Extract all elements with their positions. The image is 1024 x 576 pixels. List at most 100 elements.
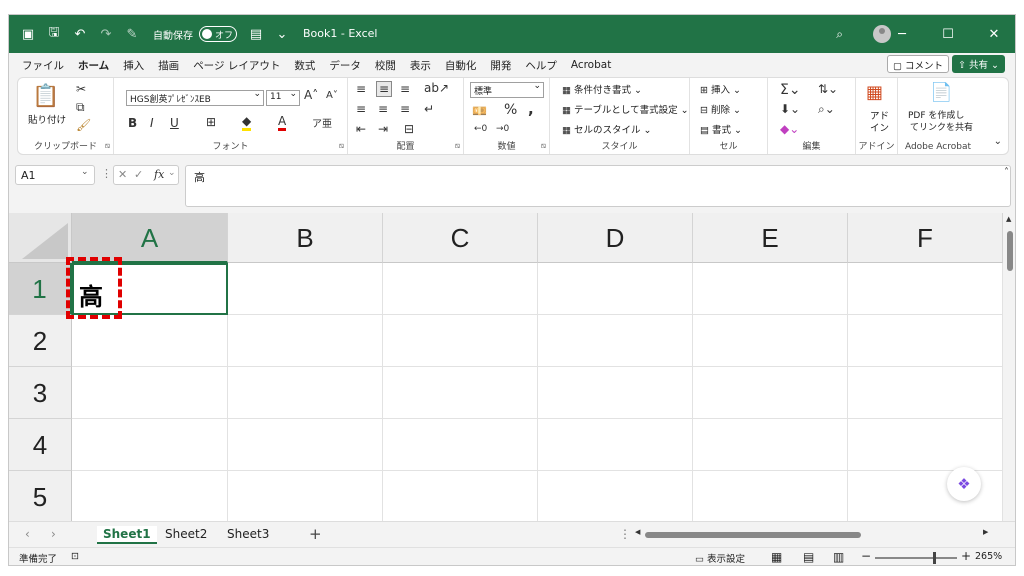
worksheet-grid[interactable]: A B C D E F 1 2 3 4 5 高 ▲ ❖ bbox=[9, 213, 1015, 521]
decrease-decimal-icon[interactable]: →0 bbox=[496, 124, 509, 134]
zoom-level[interactable]: 265% bbox=[975, 551, 1002, 562]
bold-icon[interactable]: B bbox=[128, 116, 137, 130]
paste-icon[interactable]: 📋 bbox=[32, 84, 59, 109]
vertical-scroll-thumb[interactable] bbox=[1007, 231, 1013, 271]
search-icon[interactable]: ⌕ bbox=[836, 27, 843, 42]
align-middle-icon[interactable]: ≡ bbox=[376, 81, 393, 97]
column-header-f[interactable]: F bbox=[848, 213, 1003, 263]
create-pdf-icon[interactable]: 📄 bbox=[930, 82, 952, 103]
autosum-icon[interactable]: Σ⌄ bbox=[780, 82, 801, 98]
comma-icon[interactable]: , bbox=[528, 100, 534, 118]
phonetic-icon[interactable]: ア亜 bbox=[312, 115, 332, 130]
file-icon[interactable]: ▤ bbox=[249, 27, 263, 42]
cell-d5[interactable] bbox=[538, 471, 693, 521]
font-size-select[interactable]: 11 bbox=[266, 90, 300, 106]
cell-f3[interactable] bbox=[848, 367, 1003, 419]
increase-indent-icon[interactable]: ⇥ bbox=[378, 122, 388, 136]
copilot-icon[interactable]: ❖ bbox=[947, 467, 981, 501]
row-header-1[interactable]: 1 bbox=[9, 263, 72, 315]
zoom-slider[interactable] bbox=[875, 552, 957, 564]
clipboard-launcher-icon[interactable]: ⧅ bbox=[105, 141, 110, 151]
cell-c2[interactable] bbox=[383, 315, 538, 367]
merge-center-icon[interactable]: ⊟ bbox=[404, 122, 414, 136]
align-center-icon[interactable]: ≡ bbox=[378, 102, 388, 116]
sheet-tab-sheet3[interactable]: Sheet3 bbox=[221, 526, 275, 542]
scroll-right-icon[interactable]: ▶ bbox=[983, 528, 988, 536]
conditional-format-button[interactable]: ▦ 条件付き書式 ⌄ bbox=[562, 82, 642, 96]
cut-icon[interactable]: ✂ bbox=[76, 82, 86, 96]
cell-c3[interactable] bbox=[383, 367, 538, 419]
cell-b1[interactable] bbox=[228, 263, 383, 315]
autosave-toggle[interactable]: オフ bbox=[199, 26, 237, 42]
share-button[interactable]: ⇧ 共有 ⌄ bbox=[952, 55, 1005, 73]
cell-f1[interactable] bbox=[848, 263, 1003, 315]
tab-developer[interactable]: 開発 bbox=[489, 56, 512, 75]
paste-label[interactable]: 貼り付け bbox=[28, 112, 66, 126]
column-header-c[interactable]: C bbox=[383, 213, 538, 263]
accessibility-icon[interactable]: ⊡ bbox=[71, 551, 79, 562]
page-break-view-icon[interactable]: ▥ bbox=[833, 550, 844, 564]
align-top-icon[interactable]: ≡ bbox=[356, 82, 366, 96]
expand-formula-icon[interactable]: ˄ bbox=[1004, 167, 1009, 178]
cell-b2[interactable] bbox=[228, 315, 383, 367]
cell-f4[interactable] bbox=[848, 419, 1003, 471]
clear-icon[interactable]: ◆⌄ bbox=[780, 122, 799, 136]
cell-e1[interactable] bbox=[693, 263, 848, 315]
decrease-font-icon[interactable]: A˅ bbox=[326, 90, 338, 101]
collapse-ribbon-icon[interactable]: ⌄ bbox=[994, 136, 1002, 147]
cell-b3[interactable] bbox=[228, 367, 383, 419]
fill-icon[interactable]: ⬇⌄ bbox=[780, 102, 800, 116]
page-layout-view-icon[interactable]: ▤ bbox=[803, 550, 814, 564]
font-launcher-icon[interactable]: ⧅ bbox=[339, 141, 344, 151]
column-header-b[interactable]: B bbox=[228, 213, 383, 263]
number-launcher-icon[interactable]: ⧅ bbox=[541, 141, 546, 151]
row-header-4[interactable]: 4 bbox=[9, 419, 72, 471]
percent-icon[interactable]: % bbox=[504, 102, 517, 118]
decrease-indent-icon[interactable]: ⇤ bbox=[356, 122, 366, 136]
format-cells-button[interactable]: ▤ 書式 ⌄ bbox=[700, 122, 742, 136]
prev-sheet-icon[interactable]: ‹ bbox=[25, 527, 30, 541]
cell-e5[interactable] bbox=[693, 471, 848, 521]
cell-a5[interactable] bbox=[72, 471, 228, 521]
row-header-5[interactable]: 5 bbox=[9, 471, 72, 521]
tab-file[interactable]: ファイル bbox=[21, 56, 65, 75]
delete-cells-button[interactable]: ⊟ 削除 ⌄ bbox=[700, 102, 741, 116]
enter-icon[interactable]: ✓ bbox=[134, 168, 143, 181]
fx-dropdown-icon[interactable]: ⌄ bbox=[168, 168, 176, 178]
orientation-icon[interactable]: ab↗ bbox=[424, 81, 449, 95]
redo-icon[interactable]: ↷ bbox=[99, 27, 113, 42]
cell-a3[interactable] bbox=[72, 367, 228, 419]
fill-color-icon[interactable]: ◆ bbox=[242, 114, 252, 131]
tab-draw[interactable]: 描画 bbox=[157, 56, 180, 75]
currency-icon[interactable]: 💴 bbox=[472, 104, 487, 118]
tab-insert[interactable]: 挿入 bbox=[122, 56, 145, 75]
sheet-tab-sheet1[interactable]: Sheet1 bbox=[97, 526, 157, 544]
vertical-scrollbar[interactable]: ▲ bbox=[1003, 213, 1015, 521]
formula-bar-grip-icon[interactable]: ⋮ bbox=[101, 167, 112, 180]
column-header-a[interactable]: A bbox=[72, 213, 228, 263]
font-color-icon[interactable]: A bbox=[278, 114, 287, 131]
cell-b4[interactable] bbox=[228, 419, 383, 471]
undo-icon[interactable]: ↶ bbox=[73, 27, 87, 42]
font-name-select[interactable]: HGS創英ﾌﾟﾚｾﾞﾝｽEB bbox=[126, 90, 264, 106]
select-all-button[interactable] bbox=[9, 213, 72, 263]
zoom-slider-thumb[interactable] bbox=[933, 552, 936, 564]
zoom-in-icon[interactable]: + bbox=[961, 549, 971, 563]
comment-button[interactable]: ▢ コメント bbox=[886, 55, 949, 73]
row-header-3[interactable]: 3 bbox=[9, 367, 72, 419]
cell-styles-button[interactable]: ▦ セルのスタイル ⌄ bbox=[562, 122, 652, 136]
sheet-tab-sheet2[interactable]: Sheet2 bbox=[159, 526, 213, 542]
scroll-up-icon[interactable]: ▲ bbox=[1006, 215, 1011, 223]
underline-icon[interactable]: U bbox=[170, 116, 179, 130]
cell-e2[interactable] bbox=[693, 315, 848, 367]
increase-font-icon[interactable]: A˄ bbox=[304, 88, 318, 102]
insert-cells-button[interactable]: ⊞ 挿入 ⌄ bbox=[700, 82, 741, 96]
name-box-dropdown-icon[interactable]: ⌄ bbox=[81, 167, 89, 177]
italic-icon[interactable]: I bbox=[150, 116, 154, 130]
row-header-2[interactable]: 2 bbox=[9, 315, 72, 367]
formula-input[interactable]: 高 bbox=[185, 165, 1011, 207]
zoom-out-icon[interactable]: − bbox=[861, 549, 871, 563]
display-settings-button[interactable]: ▭ 表示設定 bbox=[695, 551, 745, 565]
cell-e3[interactable] bbox=[693, 367, 848, 419]
tab-review[interactable]: 校閲 bbox=[374, 56, 397, 75]
